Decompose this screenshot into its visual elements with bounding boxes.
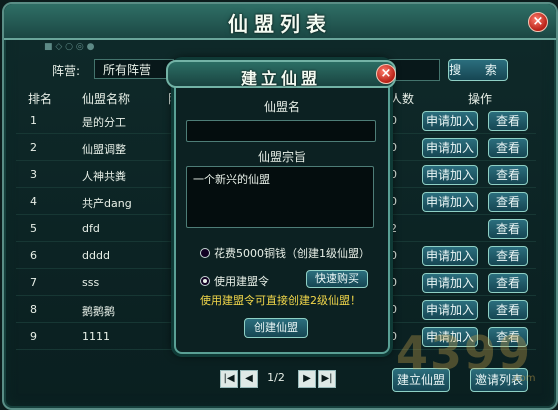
option-token-label: 使用建盟令	[214, 275, 269, 288]
view-button[interactable]: 查看	[488, 246, 528, 266]
apply-join-button[interactable]: 申请加入	[422, 165, 478, 185]
option-token-radio[interactable]	[200, 276, 210, 286]
prev-page-button[interactable]: ◀	[240, 370, 258, 388]
faction-label: 阵营:	[52, 64, 81, 78]
member-count-cell: 0	[390, 276, 397, 289]
guild-name-cell: 人神共粪	[82, 170, 126, 183]
member-count-cell: 0	[390, 114, 397, 127]
member-count-cell: 2	[390, 222, 397, 235]
guild-name-cell: 仙盟调整	[82, 143, 126, 156]
quick-buy-button[interactable]: 快速购买	[306, 270, 368, 288]
search-button[interactable]: 搜 索	[448, 59, 508, 81]
guild-name-cell: sss	[82, 276, 100, 289]
apply-join-button[interactable]: 申请加入	[422, 300, 478, 320]
subtitle-decor: ■ ◇ ○ ◎ ●	[44, 42, 95, 52]
guild-name-cell: 共产dang	[82, 197, 132, 210]
rank-cell: 2	[30, 141, 37, 154]
dialog-title: 建立仙盟	[240, 69, 321, 88]
title-bar: 仙盟列表 ×	[4, 4, 556, 40]
create-guild-dialog: 建立仙盟 × 仙盟名 仙盟宗旨 一个新兴的仙盟 花费5000铜钱（创建1级仙盟）…	[166, 60, 396, 354]
view-button[interactable]: 查看	[488, 138, 528, 158]
rank-cell: 3	[30, 168, 37, 181]
apply-join-button[interactable]: 申请加入	[422, 246, 478, 266]
view-button[interactable]: 查看	[488, 165, 528, 185]
apply-join-button[interactable]: 申请加入	[422, 111, 478, 131]
view-button[interactable]: 查看	[488, 273, 528, 293]
member-count-cell: 0	[390, 141, 397, 154]
last-page-button[interactable]: ▶|	[318, 370, 336, 388]
guild-name-cell: dddd	[82, 249, 110, 262]
confirm-create-button[interactable]: 创建仙盟	[244, 318, 308, 338]
apply-join-button[interactable]: 申请加入	[422, 138, 478, 158]
rank-cell: 9	[30, 330, 37, 343]
first-page-button[interactable]: |◀	[220, 370, 238, 388]
guild-name-cell: 是的分工	[82, 116, 126, 129]
col-name: 仙盟名称	[82, 92, 131, 106]
view-button[interactable]: 查看	[488, 192, 528, 212]
member-count-cell: 0	[390, 303, 397, 316]
view-button[interactable]: 查看	[488, 219, 528, 239]
dialog-close-icon[interactable]: ×	[376, 64, 396, 84]
member-count-cell: 0	[390, 168, 397, 181]
page-indicator: 1/2	[267, 371, 285, 384]
window-title: 仙盟列表	[228, 12, 332, 36]
guild-purpose-label: 仙盟宗旨	[257, 150, 306, 164]
option-copper-radio[interactable]	[200, 248, 210, 258]
apply-join-button[interactable]: 申请加入	[422, 192, 478, 212]
guild-purpose-textarea[interactable]: 一个新兴的仙盟	[186, 166, 374, 228]
dialog-title-bar: 建立仙盟 ×	[166, 60, 396, 88]
view-button[interactable]: 查看	[488, 300, 528, 320]
member-count-cell: 0	[390, 249, 397, 262]
col-rank: 排名	[28, 92, 53, 106]
rank-cell: 5	[30, 222, 37, 235]
faction-select[interactable]: 所有阵营	[94, 59, 174, 79]
next-page-button[interactable]: ▶	[298, 370, 316, 388]
rank-cell: 1	[30, 114, 37, 127]
guild-name-cell: 鹅鹅鹅	[82, 305, 115, 318]
rank-cell: 7	[30, 276, 37, 289]
col-actions: 操作	[468, 92, 493, 106]
guild-name-cell: 1111	[82, 330, 110, 343]
guild-name-cell: dfd	[82, 222, 100, 235]
token-hint: 使用建盟令可直接创建2级仙盟！	[200, 294, 361, 307]
site-watermark: 4399	[396, 326, 533, 380]
col-count: 人数	[390, 92, 415, 106]
rank-cell: 8	[30, 303, 37, 316]
option-copper-label: 花费5000铜钱（创建1级仙盟）	[214, 247, 370, 260]
rank-cell: 4	[30, 195, 37, 208]
member-count-cell: 0	[390, 195, 397, 208]
close-icon[interactable]: ×	[528, 12, 548, 32]
rank-cell: 6	[30, 249, 37, 262]
view-button[interactable]: 查看	[488, 111, 528, 131]
guild-name-input[interactable]	[186, 120, 376, 142]
apply-join-button[interactable]: 申请加入	[422, 273, 478, 293]
guild-name-label: 仙盟名	[263, 100, 300, 114]
site-watermark-sub: .com	[511, 373, 536, 384]
